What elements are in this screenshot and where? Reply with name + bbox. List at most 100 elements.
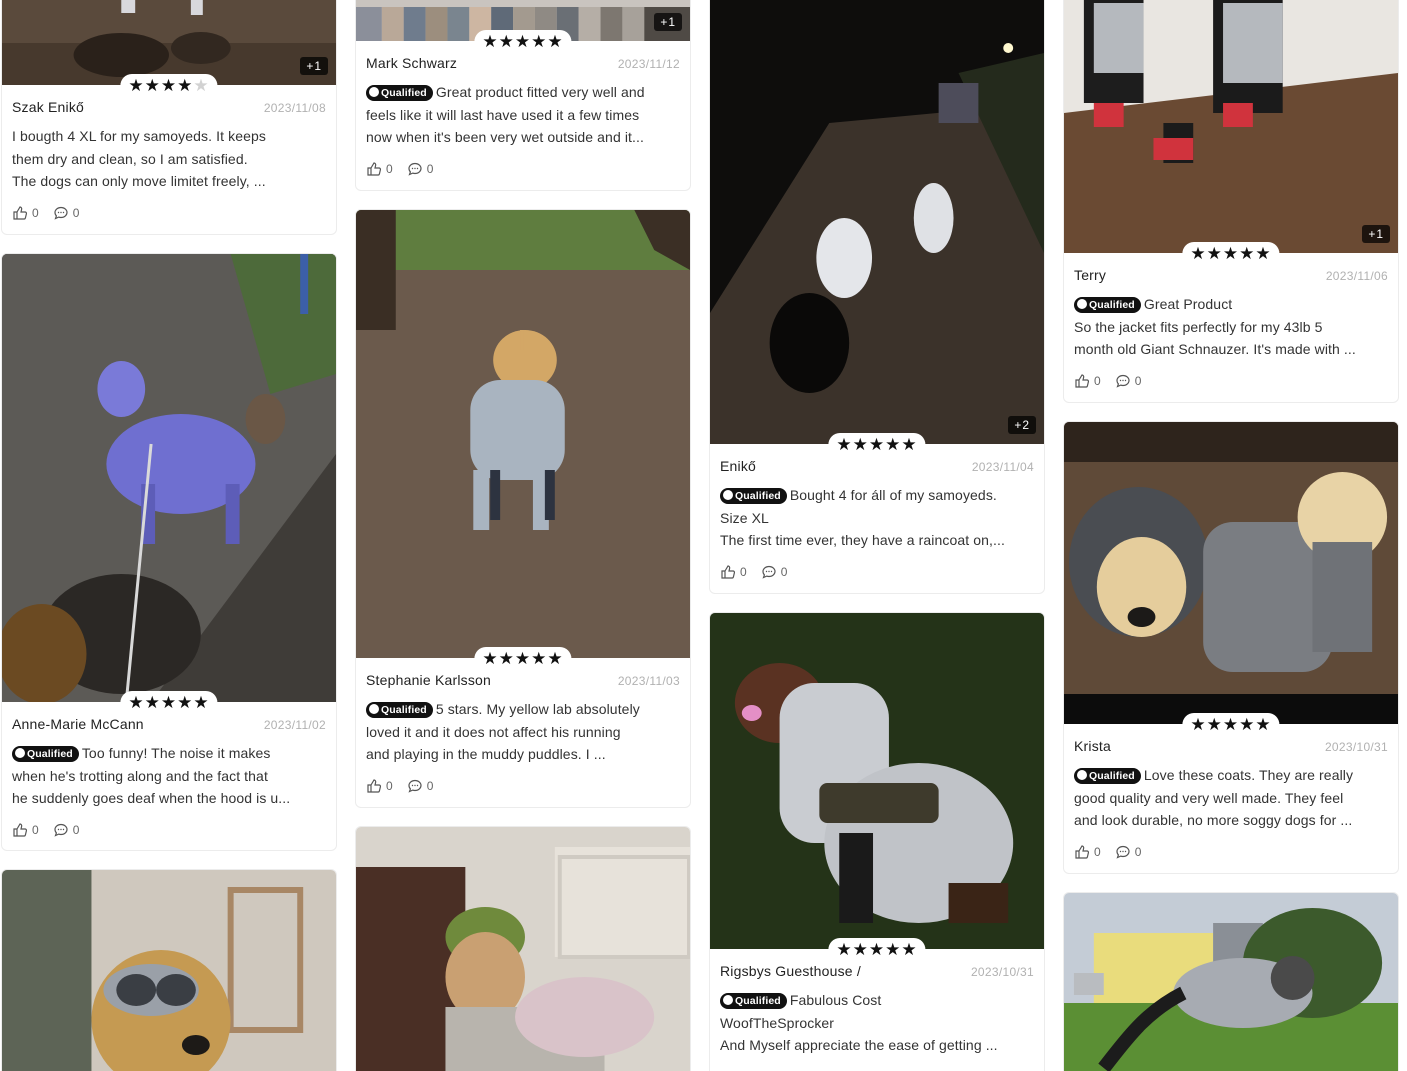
- review-card[interactable]: [355, 826, 691, 1071]
- review-date: 2023/11/03: [617, 674, 680, 688]
- star-rating: ★★★★★: [1182, 242, 1280, 265]
- more-photos-badge[interactable]: +2: [1008, 416, 1036, 434]
- comment-bubble-icon: [408, 779, 422, 793]
- more-photos-badge[interactable]: +1: [1362, 225, 1390, 243]
- qualified-label: Qualified: [27, 748, 73, 760]
- comment-button[interactable]: 0: [53, 205, 79, 221]
- review-text[interactable]: Qualified Fabulous Cost WoofTheSprocker A…: [720, 989, 1034, 1057]
- review-card[interactable]: [1063, 892, 1399, 1071]
- star-rating: ★★★★★: [474, 647, 572, 670]
- review-card[interactable]: ★★★★★ Stephanie Karlsson 2023/11/03 Qual…: [355, 209, 691, 808]
- star-rating: ★★★★★: [1182, 713, 1280, 736]
- thumbs-up-icon: [1075, 373, 1090, 388]
- qualified-check-icon: [1077, 770, 1087, 780]
- review-card[interactable]: +1 ★★★★★ Szak Enikő 2023/11/08 I bougth …: [1, 0, 337, 235]
- review-card[interactable]: +1 ★★★★★ Mark Schwarz 2023/11/12 Qualifi…: [355, 0, 691, 191]
- more-photos-badge[interactable]: +1: [654, 13, 682, 31]
- review-text[interactable]: Qualified Great product fitted very well …: [366, 81, 680, 149]
- comment-button[interactable]: 0: [1115, 844, 1141, 860]
- dog-photo-image: [710, 613, 1044, 949]
- review-author: Anne-Marie McCann: [12, 716, 144, 732]
- comment-button[interactable]: 0: [761, 564, 788, 580]
- review-photo[interactable]: +1: [1064, 0, 1398, 253]
- review-photo[interactable]: [2, 870, 336, 1071]
- comment-button[interactable]: 0: [53, 822, 80, 838]
- star-rating: ★★★★★: [120, 691, 218, 714]
- comment-count: 0: [780, 564, 788, 579]
- review-date: 2023/11/04: [971, 460, 1034, 474]
- thumbs-up-icon: [13, 205, 28, 220]
- comment-bubble-icon: [1116, 845, 1130, 859]
- qualified-check-icon: [15, 748, 25, 758]
- star-rating: ★★★★★: [828, 938, 926, 961]
- review-text[interactable]: I bougth 4 XL for my samoyeds. It keeps …: [12, 125, 326, 193]
- like-button[interactable]: 0: [1074, 373, 1101, 389]
- qualified-check-icon: [723, 490, 733, 500]
- dog-photo-image: [1064, 893, 1398, 1071]
- review-card[interactable]: ★★★★★ Anne-Marie McCann 2023/11/02 Quali…: [1, 253, 337, 851]
- like-button[interactable]: 0: [1074, 844, 1101, 860]
- review-author: Rigsbys Guesthouse /: [720, 963, 861, 979]
- review-text[interactable]: Qualified Too funny! The noise it makes w…: [12, 742, 326, 810]
- review-card[interactable]: [1, 869, 337, 1071]
- qualified-label: Qualified: [381, 704, 427, 716]
- review-photo[interactable]: [356, 210, 690, 658]
- review-text-line: Size XL: [720, 509, 769, 526]
- review-photo[interactable]: [1064, 422, 1398, 724]
- comment-bubble-icon: [1116, 374, 1130, 388]
- review-text-line: them dry and clean, so I am satisfied.: [12, 150, 248, 167]
- review-photo[interactable]: [1064, 893, 1398, 1071]
- review-text-line: WoofTheSprocker: [720, 1014, 835, 1031]
- review-photo[interactable]: [356, 827, 690, 1071]
- review-text[interactable]: Qualified Great Product So the jacket fit…: [1074, 293, 1388, 361]
- review-text-line: good quality and very well made. They fe…: [1074, 789, 1344, 806]
- dog-photo-image: [1064, 0, 1398, 253]
- review-text-line: So the jacket fits perfectly for my 43lb…: [1074, 318, 1323, 335]
- review-text-line: month old Giant Schnauzer. It's made wit…: [1074, 341, 1356, 357]
- review-card[interactable]: +1 ★★★★★ Terry 2023/11/06 Qualified Great…: [1063, 0, 1399, 403]
- review-text-line: Love these coats. They are really: [1143, 767, 1354, 783]
- comment-button[interactable]: 0: [407, 161, 433, 177]
- star-rating: ★★★★★: [828, 433, 926, 456]
- like-button[interactable]: 0: [12, 205, 39, 221]
- more-photos-badge[interactable]: +1: [300, 57, 328, 75]
- review-text-line: and playing in the muddy puddles. I ...: [366, 746, 606, 762]
- dog-photo-image: [710, 0, 1044, 444]
- review-author: Mark Schwarz: [366, 55, 458, 71]
- review-author: Krista: [1074, 738, 1111, 754]
- qualified-check-icon: [369, 87, 379, 97]
- review-photo[interactable]: +2: [710, 0, 1044, 444]
- comment-button[interactable]: 0: [1115, 373, 1141, 389]
- review-text-line: And Myself appreciate the ease of gettin…: [720, 1037, 998, 1053]
- review-text-line: now when it's been very wet outside and …: [366, 129, 644, 145]
- like-button[interactable]: 0: [720, 564, 747, 580]
- review-date: 2023/11/02: [263, 718, 326, 732]
- like-button[interactable]: 0: [12, 822, 39, 838]
- review-card[interactable]: +2 ★★★★★ Enikő 2023/11/04 Qualified Bough…: [709, 0, 1045, 594]
- thumbs-up-icon: [1075, 844, 1090, 859]
- review-text[interactable]: Qualified 5 stars. My yellow lab absolute…: [366, 698, 680, 766]
- review-text[interactable]: Qualified Bought 4 for áll of my samoyeds…: [720, 484, 1034, 552]
- dog-photo-image: [2, 254, 336, 702]
- thumbs-up-icon: [13, 822, 28, 837]
- like-button[interactable]: 0: [366, 161, 393, 177]
- review-text-line: Too funny! The noise it makes: [81, 745, 271, 761]
- qualified-label: Qualified: [381, 87, 427, 99]
- review-text[interactable]: Qualified Love these coats. They are real…: [1074, 764, 1388, 832]
- review-photo[interactable]: +1: [2, 0, 336, 85]
- review-author: Enikő: [720, 458, 757, 474]
- review-photo[interactable]: [2, 254, 336, 702]
- review-date: 2023/11/08: [263, 101, 326, 115]
- like-count: 0: [32, 822, 39, 837]
- review-card[interactable]: ★★★★★ Krista 2023/10/31 Qualified Love th…: [1063, 421, 1399, 874]
- comment-count: 0: [72, 822, 80, 837]
- qualified-label: Qualified: [735, 995, 781, 1007]
- like-button[interactable]: 0: [366, 778, 393, 794]
- review-text-line: 5 stars. My yellow lab absolutely: [435, 701, 640, 717]
- like-count: 0: [1094, 844, 1101, 859]
- comment-button[interactable]: 0: [407, 778, 433, 794]
- review-card[interactable]: ★★★★★ Rigsbys Guesthouse / 2023/10/31 Qu…: [709, 612, 1045, 1071]
- review-text-line: Bought 4 for áll of my samoyeds.: [789, 487, 997, 503]
- review-photo[interactable]: [710, 613, 1044, 949]
- review-text-line: and look durable, no more soggy dogs for…: [1074, 812, 1353, 828]
